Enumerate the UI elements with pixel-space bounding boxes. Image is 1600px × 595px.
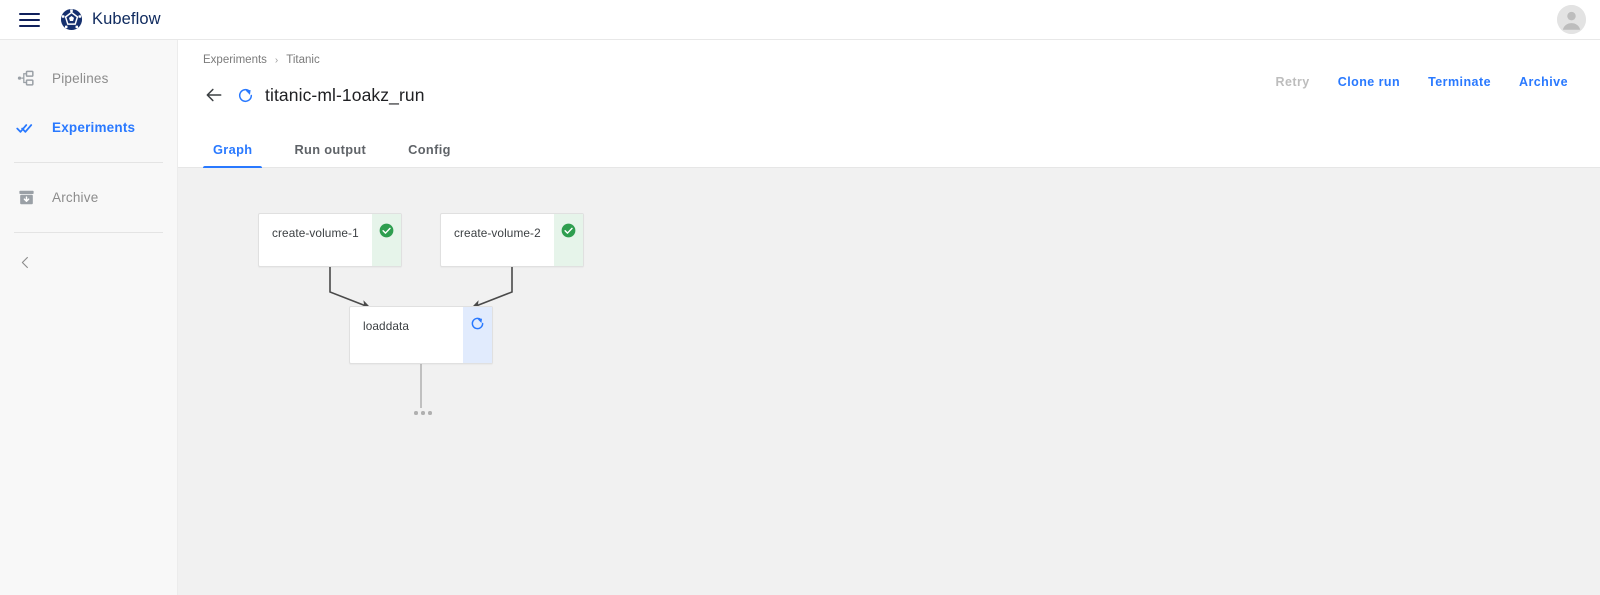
graph-node-label: create-volume-2 <box>454 226 541 240</box>
account-circle-icon <box>1557 5 1586 34</box>
brand-link[interactable]: Kubeflow <box>60 8 161 31</box>
graph-node-status-strip <box>372 214 401 266</box>
archive-button[interactable]: Archive <box>1505 68 1582 96</box>
graph-node-status-strip <box>463 307 492 363</box>
chevron-left-icon <box>18 255 33 275</box>
graph-canvas[interactable]: create-volume-1 create-volume-2 loaddata <box>178 168 1600 595</box>
back-button[interactable] <box>203 84 225 106</box>
graph-node-body: create-volume-1 <box>259 214 372 266</box>
main-content: Experiments › Titanic titanic-ml-1oakz_r… <box>178 40 1600 595</box>
graph-node-status-strip <box>554 214 583 266</box>
tab-graph[interactable]: Graph <box>203 142 263 168</box>
breadcrumb-item-experiments[interactable]: Experiments <box>203 54 267 66</box>
running-refresh-icon <box>471 317 484 330</box>
brand-name: Kubeflow <box>92 10 161 28</box>
run-status-icon <box>236 86 254 104</box>
sidebar-divider-bottom <box>14 232 163 233</box>
graph-node-loaddata[interactable]: loaddata <box>349 306 493 364</box>
breadcrumb: Experiments › Titanic <box>203 52 1580 68</box>
tab-config[interactable]: Config <box>398 142 461 167</box>
experiments-icon <box>16 118 36 138</box>
tab-bar: Graph Run output Config <box>178 128 1600 168</box>
breadcrumb-item-titanic[interactable]: Titanic <box>286 54 319 66</box>
ellipsis-dot-2 <box>421 411 425 415</box>
sidebar-item-label-archive: Archive <box>52 190 99 205</box>
check-circle-icon <box>561 223 576 238</box>
sidebar-collapse-button[interactable] <box>0 243 177 287</box>
header-actions: Retry Clone run Terminate Archive <box>1262 68 1583 96</box>
breadcrumb-separator: › <box>274 54 279 66</box>
sidebar-item-archive[interactable]: Archive <box>0 173 177 222</box>
pipelines-icon <box>16 69 36 89</box>
graph-node-create-volume-1[interactable]: create-volume-1 <box>258 213 402 267</box>
body-row: Pipelines Experiments Archive Experiment… <box>0 40 1600 595</box>
retry-button[interactable]: Retry <box>1262 68 1324 96</box>
edge-create-volume-1-to-loaddata <box>329 267 371 309</box>
tab-run-output[interactable]: Run output <box>284 142 376 167</box>
hamburger-bar-2 <box>18 18 40 21</box>
graph-inner: create-volume-1 create-volume-2 loaddata <box>178 168 1600 595</box>
sidebar-divider-top <box>14 162 163 163</box>
ellipsis-dot-1 <box>414 411 418 415</box>
sidebar-item-pipelines[interactable]: Pipelines <box>0 54 177 103</box>
clone-run-button[interactable]: Clone run <box>1324 68 1414 96</box>
graph-node-create-volume-2[interactable]: create-volume-2 <box>440 213 584 267</box>
graph-node-label: loaddata <box>363 319 410 333</box>
archive-icon <box>16 188 36 208</box>
kubeflow-run-details-page: Kubeflow Pipelines Experiments Archive E… <box>0 0 1600 595</box>
top-app-bar: Kubeflow <box>0 0 1600 40</box>
page-header: Experiments › Titanic titanic-ml-1oakz_r… <box>178 40 1600 116</box>
sidebar: Pipelines Experiments Archive <box>0 40 178 595</box>
hamburger-menu-icon[interactable] <box>14 5 44 35</box>
hamburger-bar-1 <box>18 12 40 15</box>
edge-create-volume-2-to-loaddata <box>471 267 513 309</box>
hamburger-bar-3 <box>18 24 40 27</box>
arrow-back-icon <box>206 88 222 102</box>
sidebar-item-experiments[interactable]: Experiments <box>0 103 177 152</box>
graph-node-body: loaddata <box>350 307 463 363</box>
graph-more-ellipsis-icon[interactable] <box>414 411 432 415</box>
terminate-button[interactable]: Terminate <box>1414 68 1505 96</box>
avatar[interactable] <box>1557 5 1586 34</box>
check-circle-icon <box>379 223 394 238</box>
sidebar-item-label-experiments: Experiments <box>52 120 136 135</box>
graph-node-label: create-volume-1 <box>272 226 359 240</box>
sidebar-item-label-pipelines: Pipelines <box>52 71 109 86</box>
graph-node-body: create-volume-2 <box>441 214 554 266</box>
page-title: titanic-ml-1oakz_run <box>265 84 425 105</box>
ellipsis-dot-3 <box>428 411 432 415</box>
kubeflow-logo-icon <box>60 8 83 31</box>
